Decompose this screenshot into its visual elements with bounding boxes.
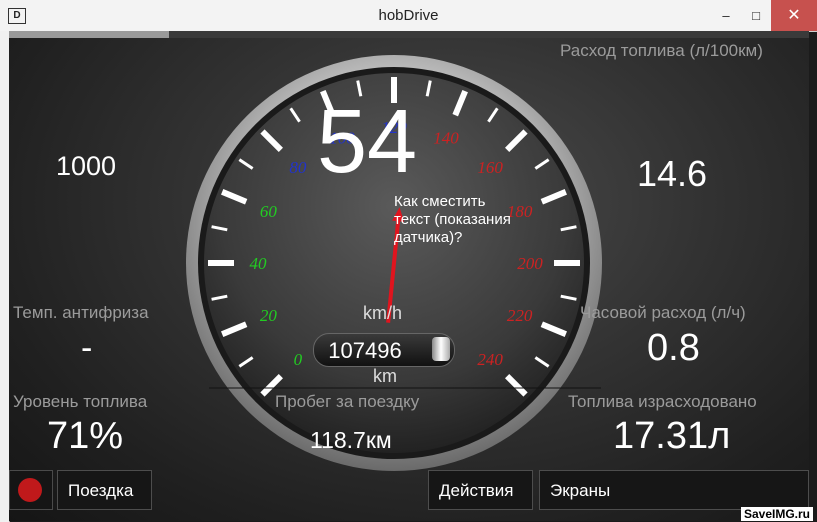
trip-distance-label: Пробег за поездку: [275, 392, 420, 411]
record-icon[interactable]: [18, 478, 42, 502]
window-title: hobDrive: [378, 7, 439, 24]
gauge-tick-label: 200: [517, 254, 543, 273]
hourly-consumption-value: 0.8: [647, 327, 700, 369]
watermark: SaveIMG.ru: [740, 507, 813, 521]
odometer-knob: [432, 337, 450, 361]
fuel-used-value: 17.31л: [613, 415, 731, 457]
antifreeze-value: -: [81, 329, 93, 367]
speed-unit: km/h: [363, 303, 403, 323]
odometer-value: 107496: [328, 338, 402, 363]
gauge-tick-label: 40: [250, 254, 268, 273]
consumption-value: 14.6: [637, 153, 708, 194]
hourly-consumption-label: Часовой расход (л/ч): [580, 303, 746, 322]
odometer: 107496: [313, 333, 455, 367]
consumption-label: Расход топлива (л/100км): [560, 41, 763, 60]
rpm-value: 1000: [56, 151, 117, 181]
speed-value: 54: [317, 92, 418, 192]
gauge-tick-label: 20: [260, 306, 278, 325]
gauge-tick-label: 220: [507, 306, 533, 325]
gauge-tick-label: 240: [477, 350, 503, 369]
maximize-button[interactable]: □: [741, 0, 771, 31]
annotation-line-2: текст (показания: [394, 211, 511, 228]
gauge-tick-label: 60: [260, 202, 278, 221]
dashboard: 0 20 40 60 80 100 120 140 160 180 200 220 240 54 Как…: [9, 31, 809, 521]
antifreeze-label: Темп. антифриза: [13, 303, 149, 322]
annotation-line-1: Как сместить: [394, 193, 486, 210]
annotation-text: Как сместить текст (показания датчика)?: [394, 193, 511, 247]
gauge-tick-label: 80: [289, 158, 307, 177]
minimize-button[interactable]: –: [711, 0, 741, 31]
close-button[interactable]: ✕: [771, 0, 817, 31]
trip-button[interactable]: Поездка: [57, 470, 152, 510]
fuel-used-label: Топлива израсходовано: [568, 392, 757, 411]
gauge-tick-label: 140: [433, 128, 459, 147]
annotation-line-3: датчика)?: [394, 229, 463, 246]
fuel-level-label: Уровень топлива: [13, 392, 148, 411]
gauge-tick-label: 0: [294, 350, 303, 369]
screens-button[interactable]: Экраны: [539, 470, 809, 510]
trip-distance-value: 118.7км: [310, 427, 392, 453]
title-bar: D hobDrive – □ ✕: [0, 0, 817, 32]
actions-button[interactable]: Действия: [428, 470, 533, 510]
fuel-level-value: 71%: [47, 415, 124, 457]
gauge-tick-label: 160: [477, 158, 503, 177]
odometer-unit: km: [373, 366, 397, 386]
